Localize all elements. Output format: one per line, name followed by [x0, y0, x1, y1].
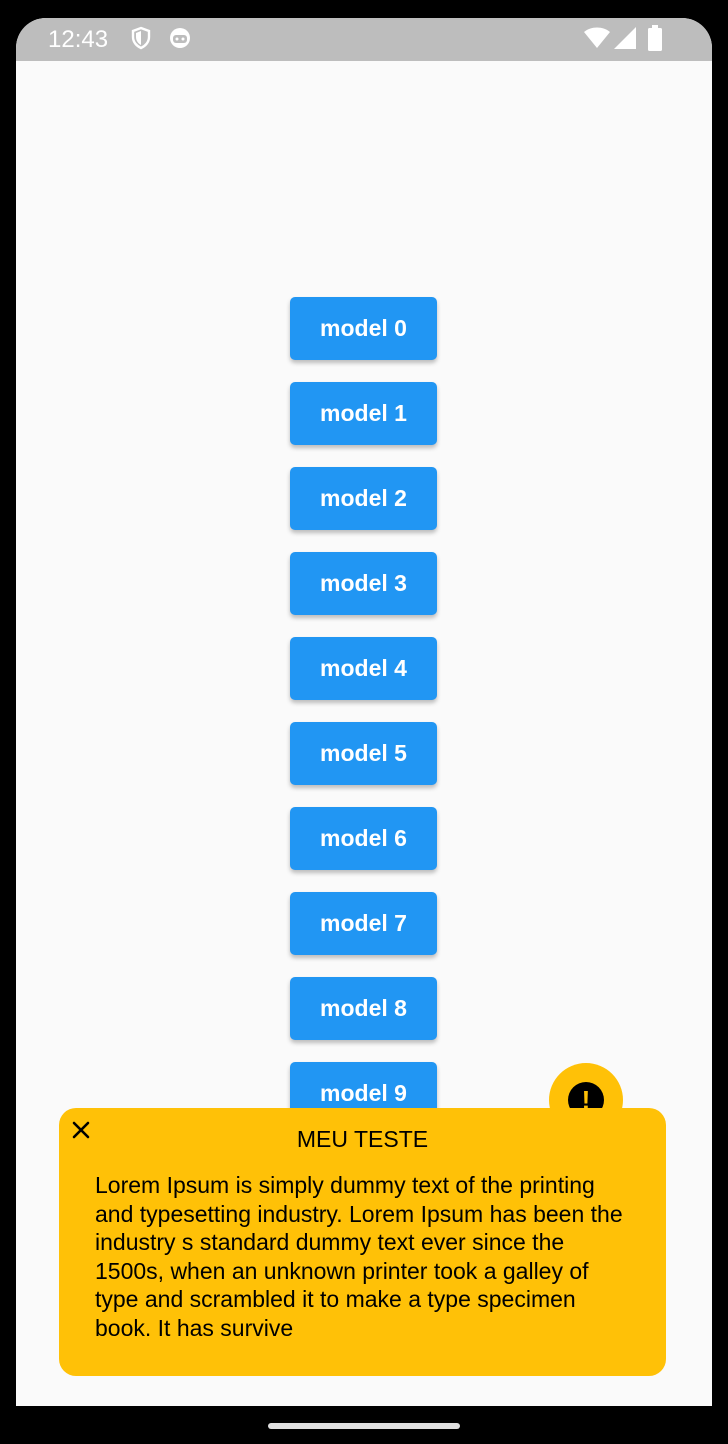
model-button-3[interactable]: model 3 — [290, 552, 437, 615]
alert-title: MEU TESTE — [296, 1126, 429, 1152]
battery-icon — [648, 25, 662, 56]
main-content: model 0 model 1 model 2 model 3 model 4 … — [16, 61, 712, 1406]
model-button-7[interactable]: model 7 — [290, 892, 437, 955]
alert-snackbar: MEU TESTE Lorem Ipsum is simply dummy te… — [59, 1108, 666, 1376]
model-button-4[interactable]: model 4 — [290, 637, 437, 700]
android-face-icon — [168, 26, 192, 55]
cell-signal-icon — [614, 27, 636, 54]
model-button-2[interactable]: model 2 — [290, 467, 437, 530]
wifi-icon — [584, 27, 610, 54]
model-button-0[interactable]: model 0 — [290, 297, 437, 360]
model-button-5[interactable]: model 5 — [290, 722, 437, 785]
shield-icon — [130, 26, 152, 55]
model-button-1[interactable]: model 1 — [290, 382, 437, 445]
app-screen: 12:43 model 0 model 1 model 2 model 3 mo… — [16, 18, 712, 1406]
navigation-bar — [0, 1406, 728, 1444]
status-time: 12:43 — [48, 26, 109, 53]
home-indicator[interactable] — [268, 1423, 460, 1429]
phone-frame: 12:43 model 0 model 1 model 2 model 3 mo… — [0, 0, 728, 1444]
status-bar: 12:43 — [16, 18, 712, 61]
alert-message: Lorem Ipsum is simply dummy text of the … — [95, 1172, 623, 1341]
model-button-8[interactable]: model 8 — [290, 977, 437, 1040]
model-button-6[interactable]: model 6 — [290, 807, 437, 870]
